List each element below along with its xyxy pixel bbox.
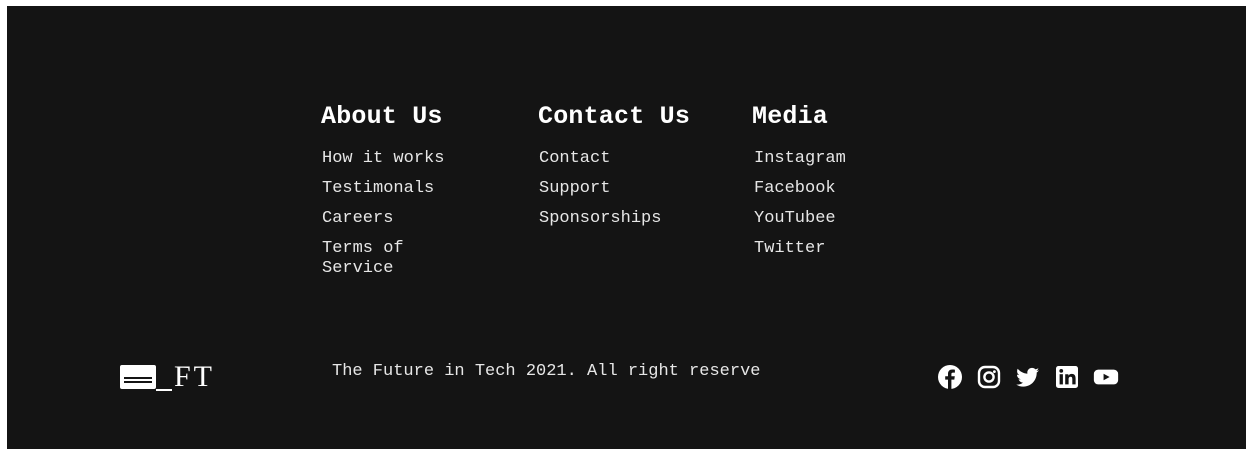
youtube-icon[interactable]: [1093, 364, 1119, 390]
contact-us-heading: Contact Us: [538, 102, 691, 131]
about-us-heading: About Us: [321, 102, 443, 131]
terminal-logo-icon: [120, 365, 156, 389]
media-links: Instagram Facebook YouTubee Twitter: [752, 149, 952, 259]
about-us-column: About Us How it works Testimonals Career…: [321, 103, 511, 289]
contact-us-links: Contact Support Sponsorships: [538, 149, 738, 229]
link-careers[interactable]: Careers: [322, 209, 457, 229]
site-logo[interactable]: FT: [120, 362, 215, 392]
link-instagram[interactable]: Instagram: [754, 149, 889, 169]
instagram-icon[interactable]: [976, 364, 1002, 390]
facebook-icon[interactable]: [937, 364, 963, 390]
linkedin-icon[interactable]: [1054, 364, 1080, 390]
contact-us-column: Contact Us Contact Support Sponsorships: [538, 103, 738, 239]
media-heading: Media: [752, 102, 829, 131]
twitter-icon[interactable]: [1015, 364, 1041, 390]
about-us-links: How it works Testimonals Careers Terms o…: [321, 149, 511, 279]
link-terms-of-service[interactable]: Terms of Service: [322, 239, 457, 279]
link-contact[interactable]: Contact: [539, 149, 674, 169]
link-facebook[interactable]: Facebook: [754, 179, 889, 199]
site-footer: About Us How it works Testimonals Career…: [7, 6, 1246, 449]
media-column: Media Instagram Facebook YouTubee Twitte…: [752, 103, 952, 269]
link-how-it-works[interactable]: How it works: [322, 149, 457, 169]
link-sponsorships[interactable]: Sponsorships: [539, 209, 674, 229]
link-testimonials[interactable]: Testimonals: [322, 179, 457, 199]
social-links: [937, 364, 1119, 390]
link-youtube[interactable]: YouTubee: [754, 209, 889, 229]
link-twitter[interactable]: Twitter: [754, 239, 889, 259]
logo-text: FT: [174, 360, 216, 393]
copyright-text: The Future in Tech 2021. All right reser…: [332, 362, 761, 381]
link-support[interactable]: Support: [539, 179, 674, 199]
logo-cursor: [156, 389, 172, 391]
